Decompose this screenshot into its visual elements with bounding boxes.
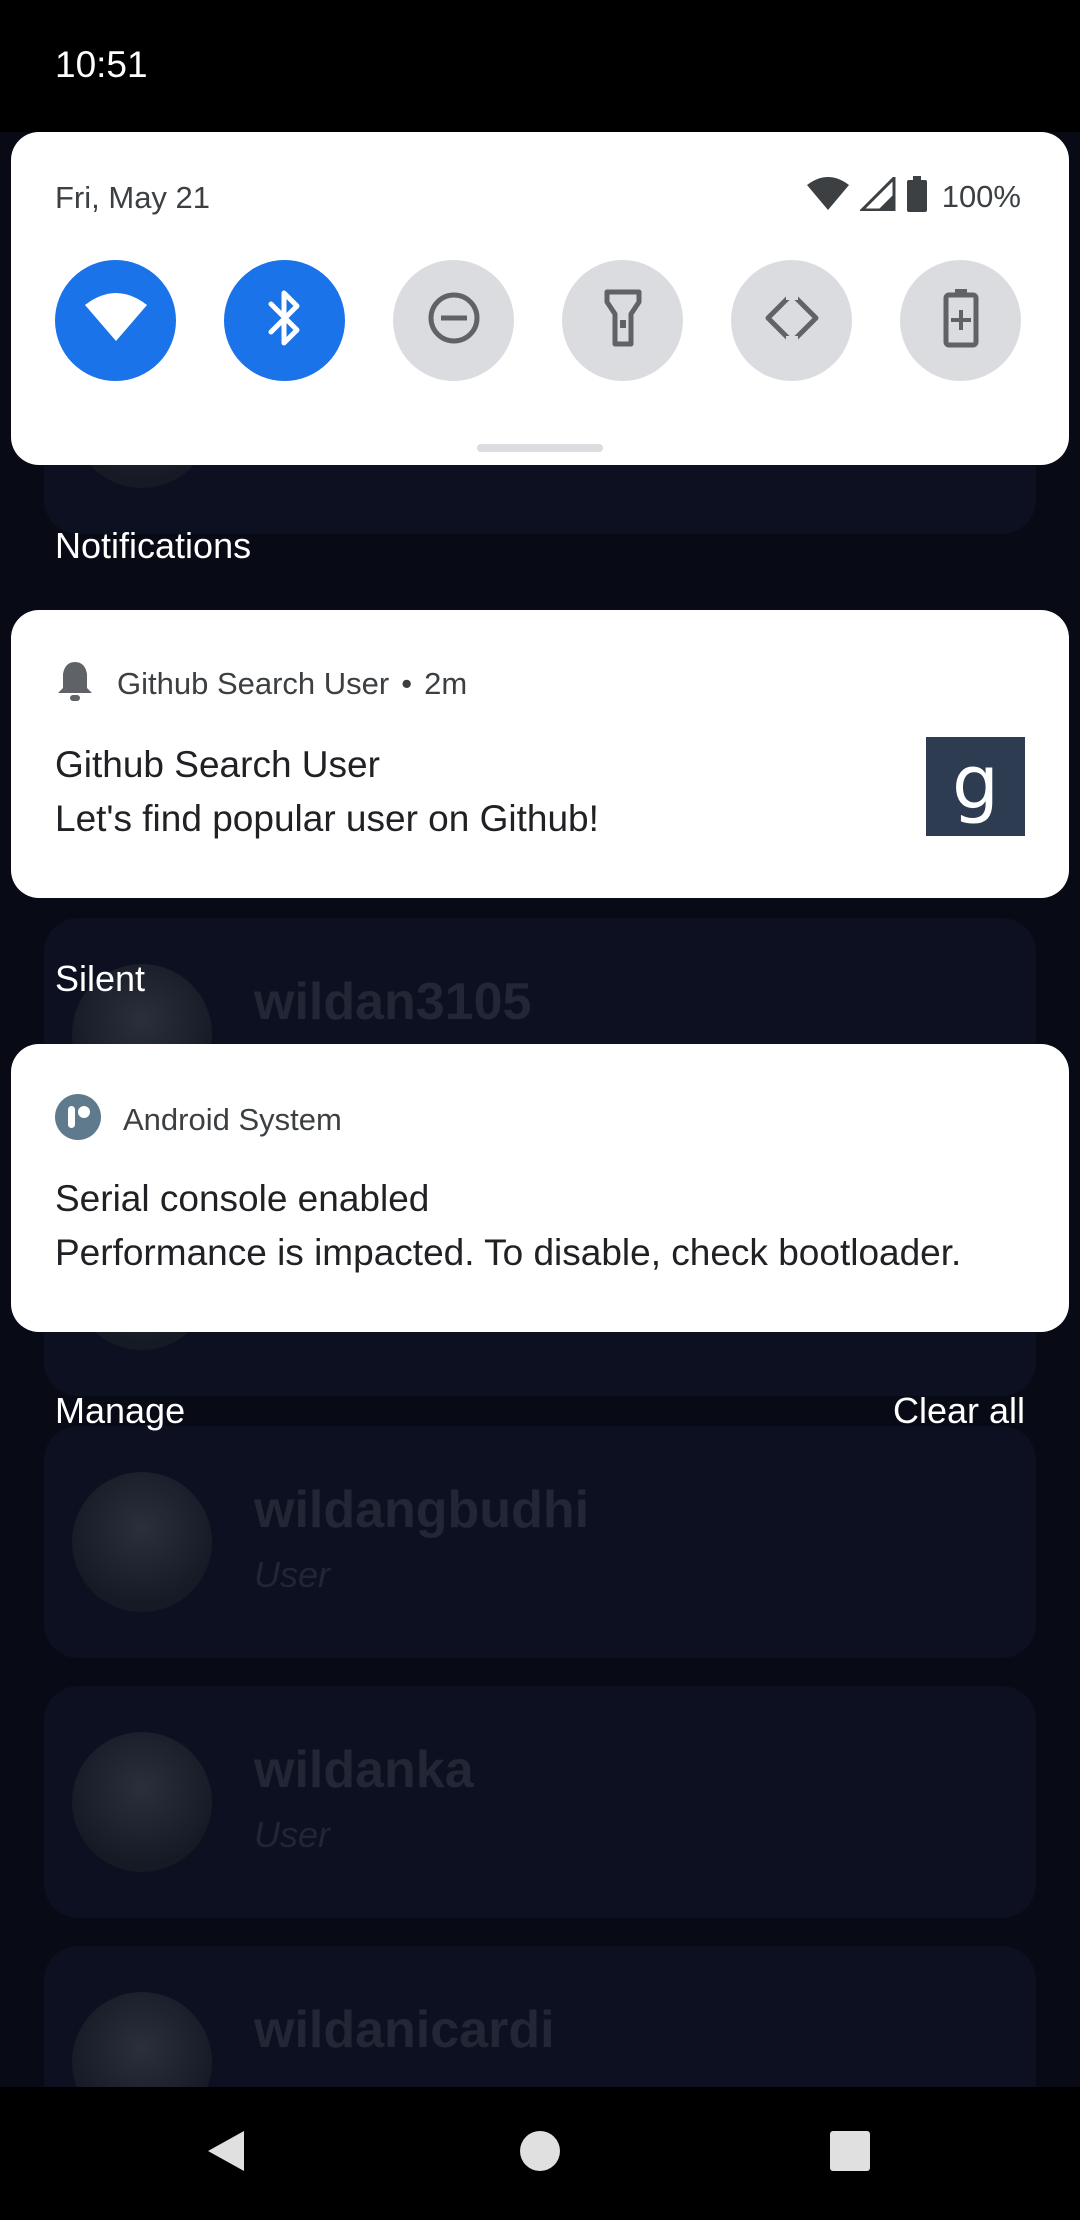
flashlight-tile[interactable] xyxy=(562,260,683,381)
android-system-icon xyxy=(55,1094,101,1145)
bluetooth-tile[interactable] xyxy=(224,260,345,381)
auto-rotate-icon xyxy=(762,288,822,353)
home-icon xyxy=(519,2130,561,2177)
notification-app-thumbnail: g xyxy=(926,737,1025,836)
battery-saver-icon xyxy=(943,288,979,353)
bell-icon xyxy=(55,660,95,707)
user-name: wildangbudhi xyxy=(254,1481,590,1539)
quick-settings-panel: Fri, May 21 100% xyxy=(11,132,1069,465)
navigation-bar xyxy=(0,2087,1080,2220)
notification-app-name: Github Search User xyxy=(117,665,390,701)
background-user-card: wildanka User xyxy=(44,1686,1036,1918)
user-avatar xyxy=(72,1472,212,1612)
notification-text: Let's find popular user on Github! xyxy=(55,798,599,839)
do-not-disturb-tile[interactable] xyxy=(393,260,514,381)
auto-rotate-tile[interactable] xyxy=(731,260,852,381)
qs-status-icons: 100% xyxy=(806,174,1021,217)
do-not-disturb-icon xyxy=(427,291,481,350)
user-role: User xyxy=(254,1554,331,1595)
app-logo-letter: g xyxy=(952,739,999,826)
notification-header: Github Search User • 2m xyxy=(55,660,467,707)
manage-button[interactable]: Manage xyxy=(55,1390,185,1432)
notification-header: Android System xyxy=(55,1094,342,1145)
notification-title: Serial console enabled xyxy=(55,1178,430,1219)
silent-section-label: Silent xyxy=(55,958,146,999)
status-bar: 10:51 xyxy=(0,0,1080,132)
home-button[interactable] xyxy=(480,2087,600,2220)
battery-icon xyxy=(906,176,928,217)
user-name: wildanicardi xyxy=(254,2001,555,2059)
bluetooth-icon xyxy=(263,288,307,353)
recents-icon xyxy=(829,2130,871,2177)
wifi-signal-icon xyxy=(806,177,850,216)
background-user-card: wildangbudhi User xyxy=(44,1426,1036,1658)
wifi-icon xyxy=(83,293,149,348)
battery-saver-tile[interactable] xyxy=(900,260,1021,381)
separator-dot: • xyxy=(401,665,413,701)
notification-github-search-user[interactable]: Github Search User • 2m Github Search Us… xyxy=(11,610,1069,898)
notification-app-name: Android System xyxy=(123,1101,342,1137)
background-user-card: wildanicardi xyxy=(44,1946,1036,2087)
qs-drag-handle[interactable] xyxy=(477,444,603,452)
user-name: wildan3105 xyxy=(254,973,532,1031)
cell-signal-icon xyxy=(858,174,896,216)
qs-date[interactable]: Fri, May 21 xyxy=(55,180,210,216)
notification-text: Performance is impacted. To disable, che… xyxy=(55,1232,962,1273)
clear-all-button[interactable]: Clear all xyxy=(893,1390,1025,1432)
wifi-tile[interactable] xyxy=(55,260,176,381)
back-icon xyxy=(206,2129,246,2178)
notification-time: 2m xyxy=(424,665,468,701)
status-time: 10:51 xyxy=(55,44,148,85)
notification-title: Github Search User xyxy=(55,744,380,785)
notifications-section-label: Notifications xyxy=(55,525,252,566)
notification-android-system[interactable]: Android System Serial console enabled Pe… xyxy=(11,1044,1069,1332)
user-avatar xyxy=(72,1732,212,1872)
user-role: User xyxy=(254,1814,331,1855)
recents-button[interactable] xyxy=(790,2087,910,2220)
battery-percent: 100% xyxy=(941,178,1021,214)
user-name: wildanka xyxy=(254,1741,474,1799)
flashlight-icon xyxy=(603,288,643,353)
back-button[interactable] xyxy=(166,2087,286,2220)
user-avatar xyxy=(72,1992,212,2087)
